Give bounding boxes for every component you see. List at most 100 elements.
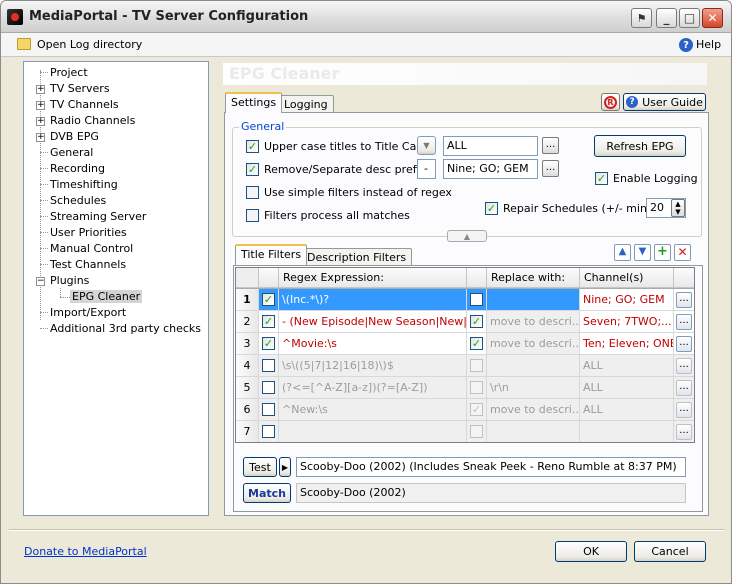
channels-cell[interactable]: ALL bbox=[580, 355, 674, 377]
row-enabled-checkbox[interactable]: ✓ bbox=[262, 337, 275, 350]
channels-browse-button[interactable]: ... bbox=[676, 336, 692, 352]
header-replace[interactable]: Replace with: bbox=[487, 268, 580, 288]
channels-cell[interactable] bbox=[580, 421, 674, 442]
title-filters-grid[interactable]: Regex Expression: Replace with: Channel(… bbox=[235, 267, 695, 443]
row-enabled-checkbox[interactable] bbox=[262, 359, 275, 372]
tree-item-schedules[interactable]: Schedules bbox=[40, 193, 106, 208]
repair-schedules-checkbox[interactable]: ✓ bbox=[485, 202, 498, 215]
header-regex[interactable]: Regex Expression: bbox=[279, 268, 467, 288]
title-bar[interactable]: MediaPortal - TV Server Configuration ⚑ … bbox=[1, 1, 731, 33]
header-channels[interactable]: Channel(s) bbox=[580, 268, 674, 288]
tree-item-dvb-epg[interactable]: DVB EPG bbox=[40, 129, 99, 144]
tree-item-user-priorities[interactable]: User Priorities bbox=[40, 225, 127, 240]
tree-item-import-export[interactable]: Import/Export bbox=[40, 305, 126, 320]
tree-item-tv-channels[interactable]: TV Channels bbox=[40, 97, 119, 112]
remove-prefix-channels-field[interactable]: Nine; GO; GEM bbox=[443, 159, 538, 179]
row-replace-checkbox[interactable] bbox=[470, 293, 483, 306]
test-button[interactable]: Test bbox=[243, 457, 277, 477]
channels-browse-button[interactable]: ... bbox=[676, 292, 692, 308]
replace-cell[interactable]: \r\n bbox=[487, 377, 580, 399]
maximize-button[interactable]: □ bbox=[679, 8, 700, 28]
channels-browse-button[interactable]: ... bbox=[676, 380, 692, 396]
prefix-separator-field[interactable]: - bbox=[417, 159, 436, 179]
upper-case-dropdown[interactable]: ▼ bbox=[417, 136, 436, 155]
tree-item-tv-servers[interactable]: TV Servers bbox=[40, 81, 110, 96]
tree-item-timeshifting[interactable]: Timeshifting bbox=[40, 177, 118, 192]
help-menu[interactable]: Help bbox=[696, 38, 721, 51]
delete-icon[interactable]: ✕ bbox=[674, 244, 691, 261]
table-row[interactable]: 2 ✓ - (New Episode|New Season|New|... ✓ … bbox=[236, 311, 694, 333]
table-row[interactable]: 6 ^New:\s ✓ move to descri... ALL ... bbox=[236, 399, 694, 421]
table-row[interactable]: 5 (?<=[^A-Z][a-z])(?=[A-Z]) \r\n ALL ... bbox=[236, 377, 694, 399]
row-replace-checkbox[interactable] bbox=[470, 425, 483, 438]
test-input[interactable]: Scooby-Doo (2002) (Includes Sneak Peek -… bbox=[296, 457, 686, 477]
tree-item-recording[interactable]: Recording bbox=[40, 161, 105, 176]
regex-cell[interactable]: \(Inc.*\)? bbox=[279, 289, 467, 311]
replace-cell[interactable]: move to descri... bbox=[487, 399, 580, 421]
replace-cell[interactable]: move to descri... bbox=[487, 333, 580, 355]
channels-browse-button[interactable]: ... bbox=[676, 402, 692, 418]
channels-cell[interactable]: Seven; 7TWO;... bbox=[580, 311, 674, 333]
table-row[interactable]: 4 \s\((5|7|12|16|18)\)$ ALL ... bbox=[236, 355, 694, 377]
cancel-button[interactable]: Cancel bbox=[634, 541, 706, 562]
navigation-tree[interactable]: Project + TV Servers + TV Channels + Rad… bbox=[23, 61, 209, 516]
test-options-icon[interactable]: ▶ bbox=[279, 457, 291, 477]
replace-cell[interactable] bbox=[487, 289, 580, 311]
channels-browse-button[interactable]: ... bbox=[676, 424, 692, 440]
regex-cell[interactable]: \s\((5|7|12|16|18)\)$ bbox=[279, 355, 467, 377]
tree-item-project[interactable]: Project bbox=[40, 65, 88, 80]
upper-case-channels-browse[interactable]: ... bbox=[542, 137, 559, 154]
repair-mins-spin-icon[interactable]: ▲ ▼ bbox=[671, 199, 685, 217]
tree-item-general[interactable]: General bbox=[40, 145, 93, 160]
row-enabled-checkbox[interactable] bbox=[262, 403, 275, 416]
table-row[interactable]: 3 ✓ ^Movie:\s ✓ move to descri... Ten; E… bbox=[236, 333, 694, 355]
channels-cell[interactable]: Nine; GO; GEM bbox=[580, 289, 674, 311]
tab-title-filters[interactable]: Title Filters bbox=[235, 244, 308, 265]
collapse-splitter[interactable]: ▲ bbox=[447, 230, 487, 242]
regex-cell[interactable]: - (New Episode|New Season|New|... bbox=[279, 311, 467, 333]
refresh-epg-button[interactable]: Refresh EPG bbox=[594, 135, 686, 157]
regex-cell[interactable]: ^Movie:\s bbox=[279, 333, 467, 355]
down-arrow-icon[interactable]: ▼ bbox=[634, 244, 651, 261]
up-arrow-icon[interactable]: ▲ bbox=[614, 244, 631, 261]
upper-case-checkbox[interactable]: ✓ bbox=[246, 140, 259, 153]
tree-item-epg-cleaner[interactable]: EPG Cleaner bbox=[70, 289, 143, 304]
remove-prefix-checkbox[interactable]: ✓ bbox=[246, 163, 259, 176]
row-enabled-checkbox[interactable]: ✓ bbox=[262, 315, 275, 328]
row-enabled-checkbox[interactable] bbox=[262, 425, 275, 438]
channels-browse-button[interactable]: ... bbox=[676, 314, 692, 330]
open-log-directory-menu[interactable]: Open Log directory bbox=[37, 38, 142, 51]
channels-cell[interactable]: ALL bbox=[580, 377, 674, 399]
regex-cell[interactable]: ^New:\s bbox=[279, 399, 467, 421]
pin-icon[interactable]: ⚑ bbox=[631, 8, 652, 28]
replace-cell[interactable]: move to descri... bbox=[487, 311, 580, 333]
row-enabled-checkbox[interactable]: ✓ bbox=[262, 293, 275, 306]
channels-browse-button[interactable]: ... bbox=[676, 358, 692, 374]
tree-item-manual-control[interactable]: Manual Control bbox=[40, 241, 133, 256]
folder-icon[interactable] bbox=[17, 38, 31, 50]
tree-item-additional-checks[interactable]: Additional 3rd party checks bbox=[40, 321, 201, 336]
replace-cell[interactable] bbox=[487, 421, 580, 442]
row-replace-checkbox[interactable] bbox=[470, 359, 483, 372]
upper-case-channels-field[interactable]: ALL bbox=[443, 136, 538, 156]
r-button[interactable]: R bbox=[601, 93, 620, 111]
close-button[interactable]: ✕ bbox=[702, 8, 723, 28]
minimize-button[interactable]: _ bbox=[656, 8, 677, 28]
donate-link[interactable]: Donate to MediaPortal bbox=[24, 545, 147, 558]
row-replace-checkbox[interactable]: ✓ bbox=[470, 403, 483, 416]
row-replace-checkbox[interactable] bbox=[470, 381, 483, 394]
tab-settings[interactable]: Settings bbox=[225, 92, 283, 113]
ok-button[interactable]: OK bbox=[555, 541, 627, 562]
user-guide-button[interactable]: ? User Guide bbox=[623, 93, 706, 111]
remove-prefix-channels-browse[interactable]: ... bbox=[542, 160, 559, 177]
process-all-checkbox[interactable] bbox=[246, 209, 259, 222]
row-replace-checkbox[interactable]: ✓ bbox=[470, 337, 483, 350]
add-icon[interactable]: + bbox=[654, 244, 671, 261]
tree-item-streaming-server[interactable]: Streaming Server bbox=[40, 209, 146, 224]
enable-logging-checkbox[interactable]: ✓ bbox=[595, 172, 608, 185]
table-row[interactable]: 7 ... bbox=[236, 421, 694, 442]
tree-item-plugins[interactable]: Plugins bbox=[40, 273, 89, 288]
tree-item-test-channels[interactable]: Test Channels bbox=[40, 257, 126, 272]
row-replace-checkbox[interactable]: ✓ bbox=[470, 315, 483, 328]
table-row[interactable]: 1 ✓ \(Inc.*\)? Nine; GO; GEM ... bbox=[236, 289, 694, 311]
